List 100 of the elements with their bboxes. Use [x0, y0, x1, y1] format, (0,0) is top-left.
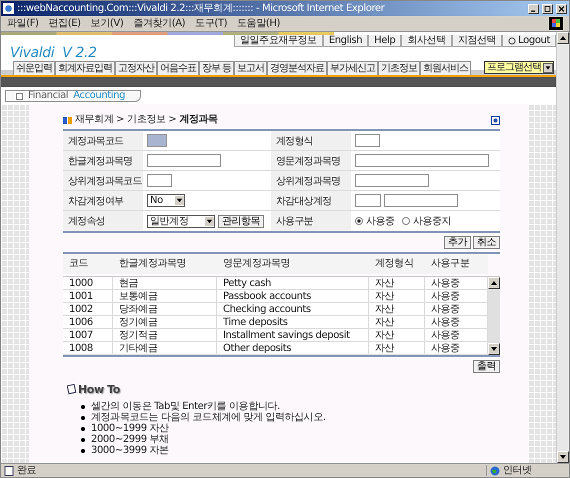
- table-cell: 보통예금: [113, 290, 217, 303]
- table-cell: 1002: [63, 303, 113, 316]
- nav-tab[interactable]: 회원서비스: [420, 61, 472, 75]
- manage-items-button[interactable]: 관리항목: [218, 214, 264, 228]
- close-icon[interactable]: [556, 4, 567, 14]
- form-button[interactable]: 취소: [473, 236, 500, 249]
- dropdown-caret-icon: [205, 216, 214, 226]
- table-cell: 사용중: [425, 329, 488, 342]
- select-field[interactable]: No: [147, 194, 185, 207]
- field-label: 상위계정과목명: [271, 171, 351, 190]
- bullet-icon: [81, 404, 85, 408]
- table-cell: 1008: [63, 342, 113, 355]
- bullet-icon: [81, 448, 85, 452]
- nav-tab[interactable]: 부가세신고: [327, 61, 378, 75]
- nav-tab[interactable]: 기초정보: [378, 61, 420, 75]
- menu-item[interactable]: 도구(T): [195, 18, 228, 30]
- code-field[interactable]: [147, 134, 167, 147]
- nav-tab[interactable]: 경영분석자료: [267, 61, 328, 75]
- field-label: 차감계정여부: [63, 191, 143, 210]
- breadcrumb-item: 재무회계 >: [75, 114, 124, 126]
- text-field[interactable]: [355, 194, 381, 207]
- page-icon: [4, 466, 14, 476]
- help-item: 셀간의 이동은 Tab및 Enter키를 이용합니다.: [91, 401, 280, 412]
- table-cell: 정기적금: [113, 329, 217, 342]
- table-cell: Passbook accounts: [217, 290, 369, 303]
- zone-text: 인터넷: [503, 465, 532, 476]
- field-label: 상위계정과목코드: [63, 171, 143, 190]
- table-cell: 사용중: [425, 316, 488, 329]
- nav-tab[interactable]: 쉬운입력: [13, 61, 55, 75]
- how-to-heading: How To: [78, 383, 120, 396]
- checkbox-icon: [16, 92, 23, 100]
- browser-icon: [3, 3, 14, 14]
- table-cell: 사용중: [425, 277, 488, 290]
- breadcrumb-item: 계정과목: [179, 114, 218, 126]
- table-cell: 현금: [113, 277, 217, 290]
- table-cell: 자산: [369, 290, 425, 303]
- form-button[interactable]: 추가: [444, 236, 471, 249]
- field-label: 계정속성: [63, 211, 143, 231]
- scroll-up-icon[interactable]: [488, 277, 500, 289]
- help-item: 3000~3999 자본: [91, 445, 169, 456]
- menu-item[interactable]: 즐겨찾기(A): [133, 18, 186, 30]
- top-link[interactable]: 회사선택: [401, 35, 452, 47]
- text-field[interactable]: [147, 154, 221, 167]
- dropdown-caret-icon: [543, 62, 553, 72]
- text-field[interactable]: [147, 174, 172, 187]
- help-item: 2000~2999 부채: [91, 434, 169, 445]
- menu-item[interactable]: 파일(F): [7, 18, 39, 30]
- scroll-up-icon[interactable]: [557, 32, 569, 44]
- bullet-icon: [63, 116, 72, 124]
- text-field[interactable]: [355, 134, 380, 147]
- menu-item[interactable]: 편집(E): [48, 18, 81, 30]
- column-header: 한글계정과목명: [113, 254, 217, 274]
- bullet-icon: [81, 416, 85, 420]
- column-header: 영문계정과목명: [217, 254, 369, 274]
- table-cell: 1007: [63, 329, 113, 342]
- field-label: 계정형식: [271, 131, 351, 150]
- table-cell: 당좌예금: [113, 303, 217, 316]
- power-icon: [508, 36, 516, 44]
- nav-tab[interactable]: 어음수표: [157, 61, 199, 75]
- section-label: Financial: [28, 91, 68, 101]
- field-label: 영문계정과목명: [271, 151, 351, 170]
- table-cell: Checking accounts: [217, 303, 369, 316]
- help-item: 1000~1999 자산: [91, 423, 169, 434]
- scroll-down-icon[interactable]: [557, 451, 569, 463]
- radio-button[interactable]: [402, 217, 410, 225]
- menu-item[interactable]: 보기(V): [90, 18, 124, 30]
- windows-logo-icon: [549, 17, 563, 30]
- radio-label: 사용중: [366, 215, 395, 228]
- section-label: Accounting: [73, 91, 126, 101]
- table-cell: Time deposits: [217, 316, 369, 329]
- print-button[interactable]: 출력: [473, 360, 500, 373]
- maximize-icon[interactable]: [542, 4, 553, 14]
- breadcrumb-item: 기초정보 >: [127, 114, 176, 126]
- nav-tab[interactable]: 보고서: [234, 61, 268, 75]
- text-field[interactable]: [355, 154, 489, 167]
- radio-button[interactable]: [355, 217, 363, 225]
- minimize-icon[interactable]: [528, 4, 539, 14]
- top-link[interactable]: Logout: [502, 35, 556, 47]
- app-logo: Vivaldi V 2.2: [9, 47, 98, 59]
- globe-icon: [490, 466, 500, 476]
- field-label: 한글계정과목명: [63, 151, 143, 170]
- column-header: 사용구분: [425, 254, 488, 274]
- top-link[interactable]: 일일주요재무정보: [234, 35, 323, 47]
- field-label: 차감대상계정: [271, 191, 351, 210]
- menu-item[interactable]: 도움말(H): [237, 18, 280, 30]
- top-link[interactable]: English: [322, 35, 368, 47]
- scroll-down-icon[interactable]: [488, 343, 500, 355]
- bullet-icon: [81, 438, 85, 442]
- column-header: 코드: [63, 254, 113, 274]
- nav-tab[interactable]: 회계자료입력: [55, 61, 115, 75]
- text-field[interactable]: [384, 194, 458, 207]
- nav-tab[interactable]: 고정자산: [115, 61, 157, 75]
- program-select[interactable]: 프로그램선택: [484, 61, 554, 74]
- top-link[interactable]: Help: [368, 35, 402, 47]
- top-link[interactable]: 지점선택: [452, 35, 502, 47]
- radio-label: 사용중지: [412, 215, 452, 228]
- text-field[interactable]: [355, 174, 429, 187]
- nav-tab[interactable]: 장부 등: [199, 61, 234, 75]
- select-field[interactable]: 일반계정: [147, 214, 215, 228]
- status-text: 완료: [17, 465, 38, 476]
